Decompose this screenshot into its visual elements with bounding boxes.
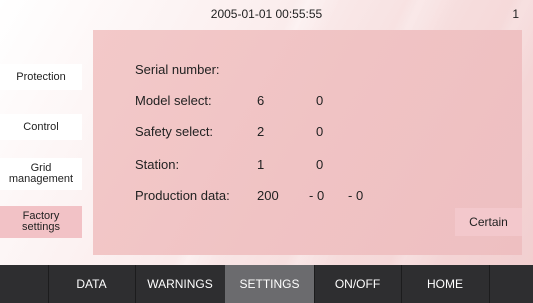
nav-blank-left xyxy=(0,265,49,303)
sidebar-item-grid-management[interactable]: Grid management xyxy=(0,158,82,190)
nav-tab-warnings[interactable]: WARNINGS xyxy=(135,265,226,303)
sidebar-item-label: Protection xyxy=(16,70,66,83)
nav-blank-right xyxy=(489,265,533,303)
safety-select-value[interactable]: 2 xyxy=(257,124,264,139)
nav-tab-data[interactable]: DATA xyxy=(48,265,136,303)
sidebar-item-label: Factory settings xyxy=(22,210,60,233)
certain-button[interactable]: Certain xyxy=(455,208,522,236)
model-select-subvalue[interactable]: 0 xyxy=(316,93,323,108)
safety-select-subvalue[interactable]: 0 xyxy=(316,124,323,139)
settings-screen: 2005-01-01 00:55:55 1 Protection Control… xyxy=(0,0,533,265)
model-select-label: Model select: xyxy=(135,93,212,108)
datetime-display: 2005-01-01 00:55:55 xyxy=(210,7,323,21)
production-year-value[interactable]: 200 xyxy=(257,188,279,203)
station-subvalue[interactable]: 0 xyxy=(316,157,323,172)
production-day-value[interactable]: - 0 xyxy=(348,188,363,203)
serial-number-label: Serial number: xyxy=(135,62,220,77)
sidebar-item-label: Control xyxy=(23,120,59,133)
sidebar-item-control[interactable]: Control xyxy=(0,114,82,140)
sidebar-item-label: Grid management xyxy=(8,162,74,185)
sidebar-item-factory-settings[interactable]: Factory settings xyxy=(0,206,82,238)
sidebar-item-protection[interactable]: Protection xyxy=(0,64,82,90)
page-number: 1 xyxy=(512,7,519,21)
station-label: Station: xyxy=(135,157,180,172)
model-select-value[interactable]: 6 xyxy=(257,93,264,108)
station-value[interactable]: 1 xyxy=(257,157,264,172)
production-month-value[interactable]: - 0 xyxy=(309,188,324,203)
production-data-label: Production data: xyxy=(135,188,230,203)
nav-tab-on-off[interactable]: ON/OFF xyxy=(314,265,402,303)
safety-select-label: Safety select: xyxy=(135,124,214,139)
nav-tab-settings[interactable]: SETTINGS xyxy=(225,265,315,303)
bottom-nav: DATA WARNINGS SETTINGS ON/OFF HOME xyxy=(0,265,533,303)
nav-tab-home[interactable]: HOME xyxy=(401,265,490,303)
